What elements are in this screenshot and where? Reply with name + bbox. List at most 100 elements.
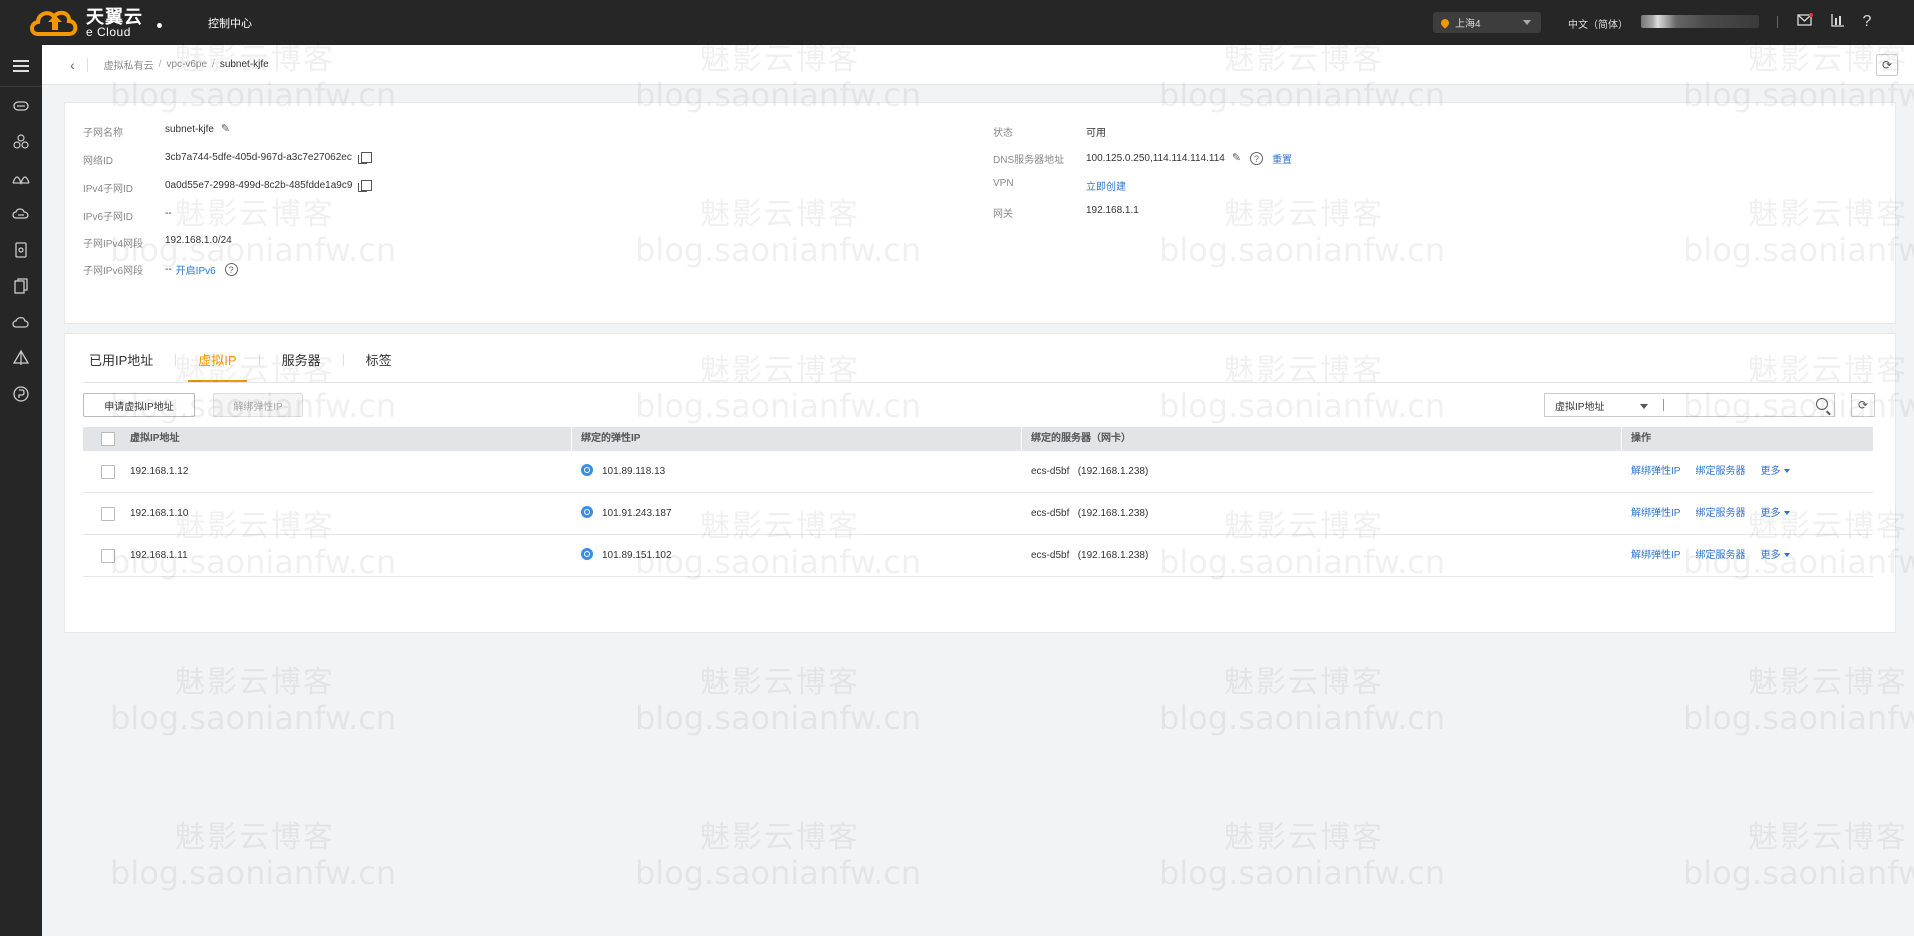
server-name[interactable]: ecs-d5bf: [1031, 550, 1069, 561]
tab-tags[interactable]: 标签: [356, 350, 402, 376]
eip-cell: 101.89.151.102: [581, 535, 672, 577]
document-icon[interactable]: [10, 239, 32, 261]
eip-icon: [581, 506, 593, 519]
eip-icon: [581, 548, 593, 561]
dns-value: 100.125.0.250,114.114.114.114 ✎ ? 重置: [1086, 151, 1292, 166]
ipv6-subnet-id-label: IPv6子网ID: [83, 212, 134, 223]
subnet-name-label: 子网名称: [83, 128, 123, 139]
watermark-cn: 魅影云博客: [175, 665, 335, 700]
watermark: 魅影云博客blog.saonianfw.cn: [110, 823, 396, 890]
bar-chart-icon[interactable]: [1829, 13, 1847, 31]
back-arrow-icon[interactable]: ‹: [70, 57, 75, 73]
more-actions-label: 更多: [1760, 466, 1781, 477]
search-field-select[interactable]: 虚拟IP地址: [1544, 393, 1661, 417]
row-checkbox[interactable]: [101, 507, 115, 521]
bind-server-link[interactable]: 绑定服务器: [1695, 466, 1745, 477]
reset-dns-link[interactable]: 重置: [1272, 151, 1292, 166]
user-account-blurred[interactable]: [1641, 15, 1759, 28]
cloud-icon[interactable]: [10, 311, 32, 333]
refresh-icon[interactable]: ⟳: [1851, 393, 1875, 417]
column-divider: [1021, 427, 1022, 451]
apply-virtual-ip-button[interactable]: 申请虚拟IP地址: [83, 393, 195, 417]
breadcrumb-vpc-list[interactable]: 虚拟私有云: [104, 57, 154, 72]
enable-ipv6-link[interactable]: 开启IPv6: [176, 262, 216, 277]
watermark-en: blog.saonianfw.cn: [1683, 699, 1914, 737]
bind-server-link[interactable]: 绑定服务器: [1695, 508, 1745, 519]
ipv6-cidr-text: --: [165, 264, 172, 275]
more-actions-link[interactable]: 更多: [1760, 466, 1791, 477]
row-checkbox[interactable]: [101, 549, 115, 563]
network-id-label: 网络ID: [83, 156, 113, 167]
unbind-eip-link[interactable]: 解绑弹性IP: [1631, 550, 1680, 561]
breadcrumb-divider: [86, 57, 88, 72]
column-divider: [1621, 427, 1622, 451]
tab-used-ip[interactable]: 已用IP地址: [79, 350, 163, 376]
cloud-server-icon[interactable]: [10, 95, 32, 117]
menu-toggle-icon[interactable]: [10, 55, 32, 77]
watermark-cn: 魅影云博客: [1224, 665, 1384, 700]
deploy-icon[interactable]: [10, 347, 32, 369]
breadcrumb-separator: /: [158, 59, 162, 70]
more-actions-link[interactable]: 更多: [1760, 550, 1791, 561]
console-link[interactable]: 控制中心: [208, 15, 252, 31]
row-checkbox[interactable]: [101, 465, 115, 479]
ipv4-subnet-id-value: 0a0d55e7-2998-499d-8c2b-485fdde1a9c9: [165, 180, 373, 192]
actions-cell: 解绑弹性IP 绑定服务器 更多: [1631, 451, 1791, 493]
network-nodes-icon[interactable]: [10, 131, 32, 153]
eip-text: 101.89.151.102: [602, 550, 672, 561]
billing-icon[interactable]: [10, 383, 32, 405]
region-selector[interactable]: 上海4: [1433, 12, 1541, 33]
help-icon[interactable]: ?: [1858, 13, 1876, 31]
watermark: 魅影云博客blog.saonianfw.cn: [1683, 665, 1914, 735]
bridge-icon[interactable]: [10, 167, 32, 189]
eip-cell: 101.91.243.187: [581, 493, 672, 535]
language-selector[interactable]: 中文（简体）: [1568, 16, 1628, 31]
dns-label: DNS服务器地址: [993, 155, 1065, 166]
ecloud-logo[interactable]: 天翼云 e Cloud: [28, 0, 162, 45]
watermark-cn: 魅影云博客: [700, 820, 860, 855]
search-input[interactable]: [1660, 393, 1835, 417]
create-vpn-link[interactable]: 立即创建: [1086, 178, 1126, 193]
help-circle-icon[interactable]: ?: [1250, 152, 1264, 165]
server-name[interactable]: ecs-d5bf: [1031, 508, 1069, 519]
edit-pencil-icon[interactable]: ✎: [221, 124, 230, 135]
virtual-ip-cell: 192.168.1.10: [130, 508, 189, 519]
column-virtual-ip: 虚拟IP地址: [130, 433, 180, 444]
search-icon[interactable]: [1816, 398, 1828, 410]
select-all-checkbox[interactable]: [101, 432, 115, 446]
network-id-text: 3cb7a744-5dfe-405d-967d-a3c7e27062ec: [165, 152, 352, 163]
bind-server-link[interactable]: 绑定服务器: [1695, 550, 1745, 561]
breadcrumb: ‹ 虚拟私有云 / vpc-v6pe / subnet-kjfe ⟳: [42, 45, 1914, 85]
unbind-eip-link[interactable]: 解绑弹性IP: [1631, 466, 1680, 477]
more-actions-link[interactable]: 更多: [1760, 508, 1791, 519]
gateway-value: 192.168.1.1: [1086, 205, 1139, 216]
subnet-name-value: subnet-kjfe ✎: [165, 124, 230, 136]
status-value: 可用: [1086, 128, 1106, 139]
tab-servers[interactable]: 服务器: [272, 350, 331, 376]
edit-pencil-icon[interactable]: ✎: [1232, 153, 1241, 164]
breadcrumb-vpc[interactable]: vpc-v6pe: [166, 59, 207, 70]
unbind-eip-button[interactable]: 解绑弹性IP: [213, 393, 303, 417]
logo-chinese-text: 天翼云: [86, 6, 143, 27]
table-header: 虚拟IP地址 绑定的弹性IP 绑定的服务器（网卡） 操作: [83, 427, 1873, 451]
region-label: 上海4: [1455, 19, 1481, 30]
copy-icon[interactable]: [358, 180, 373, 192]
help-circle-icon[interactable]: ?: [224, 263, 238, 276]
logo-english-text: e Cloud: [86, 24, 131, 39]
refresh-icon[interactable]: ⟳: [1876, 54, 1898, 76]
search-field-label: 虚拟IP地址: [1555, 401, 1605, 413]
cloud-storage-icon[interactable]: [10, 203, 32, 225]
chevron-down-icon: [1523, 20, 1531, 25]
tab-virtual-ip[interactable]: 虚拟IP: [188, 350, 247, 382]
copy-icon[interactable]: [357, 152, 372, 164]
chevron-down-icon: [1784, 511, 1791, 516]
status-label: 状态: [993, 128, 1013, 139]
unbind-eip-link[interactable]: 解绑弹性IP: [1631, 508, 1680, 519]
watermark-cn: 魅影云博客: [1748, 665, 1908, 700]
server-name[interactable]: ecs-d5bf: [1031, 466, 1069, 477]
mail-icon[interactable]: [1796, 13, 1814, 31]
chevron-down-icon: [1784, 553, 1791, 558]
eip-icon: [581, 464, 593, 477]
file-copy-icon[interactable]: [10, 275, 32, 297]
watermark: 魅影云博客blog.saonianfw.cn: [635, 820, 921, 890]
